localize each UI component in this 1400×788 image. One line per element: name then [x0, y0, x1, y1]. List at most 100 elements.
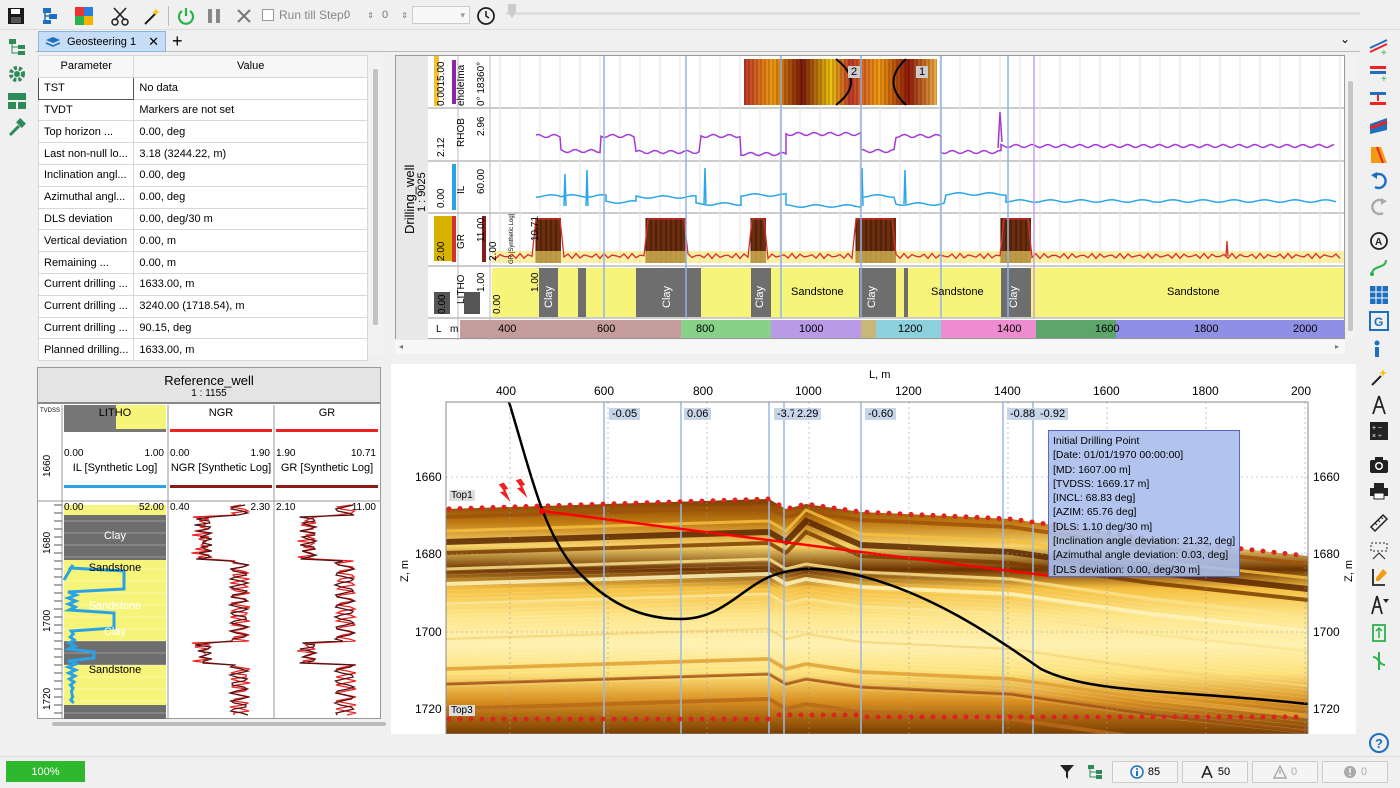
well-split-icon[interactable] — [1368, 650, 1390, 672]
grid-g-icon[interactable]: G — [1368, 310, 1390, 332]
reference-well-hscroll[interactable] — [52, 722, 386, 726]
param-value-cell[interactable]: 1633.00, m — [133, 338, 368, 362]
param-value-cell[interactable]: 1633.00, m — [133, 272, 368, 296]
param-value-cell[interactable]: 0.00, m — [133, 229, 368, 253]
add-tab-button[interactable]: + — [172, 30, 183, 52]
auto-correlation-icon[interactable]: A — [1368, 230, 1390, 252]
table-row[interactable]: Current drilling ... 90.15, deg — [37, 316, 368, 340]
horizon-dot — [864, 509, 870, 515]
table-row[interactable]: DLS deviation 0.00, deg/30 m — [37, 207, 368, 231]
table-row[interactable]: Planned drilling... 1633.00, m — [37, 338, 368, 362]
puzzle-icon[interactable] — [72, 4, 96, 28]
hierarchy-icon[interactable] — [38, 4, 62, 28]
add-horizon-icon[interactable]: + — [1368, 36, 1390, 58]
param-value-cell[interactable]: Markers are not set — [133, 98, 368, 122]
tab-geosteering[interactable]: Geosteering 1 ✕ — [38, 31, 166, 52]
param-value-cell[interactable]: 0.00, deg — [133, 185, 368, 209]
step-dropdown[interactable]: ▾ — [412, 6, 470, 24]
gear-icon[interactable] — [6, 63, 28, 85]
info-icon[interactable] — [1368, 338, 1390, 360]
drilling-well-hscroll[interactable]: ◂ ▸ — [395, 340, 1345, 354]
well-count-button[interactable]: 50 — [1182, 761, 1248, 783]
section-x-tick: 400 — [496, 384, 517, 398]
layout-icon[interactable] — [6, 90, 28, 112]
param-value-cell[interactable]: 0.00, deg — [133, 163, 368, 187]
camera-icon[interactable] — [1368, 454, 1390, 476]
fault-add-icon[interactable] — [1368, 144, 1390, 166]
power-icon[interactable] — [174, 4, 198, 28]
table-row[interactable]: Vertical deviation 0.00, m — [37, 229, 368, 253]
horizon-edit-icon[interactable] — [1368, 114, 1390, 136]
step-stepper-1[interactable]: 0 ⇕ — [344, 6, 374, 24]
param-table-scrollbar[interactable] — [369, 55, 383, 355]
param-value-cell[interactable]: No data — [133, 76, 368, 100]
horizon-dot-bottom — [963, 714, 969, 720]
magic-wand-icon[interactable] — [140, 4, 164, 28]
filter-button[interactable] — [1056, 761, 1078, 783]
param-value-cell[interactable]: 90.15, deg — [133, 316, 368, 340]
wand-icon[interactable] — [1368, 366, 1390, 388]
derrick-icon[interactable] — [1368, 394, 1390, 416]
redo-icon[interactable] — [1368, 196, 1390, 218]
borehole-name-label: eholeIma — [456, 64, 467, 106]
scissors-icon[interactable] — [108, 4, 132, 28]
table-row[interactable]: Top horizon ... 0.00, deg — [37, 120, 368, 144]
well-edit-icon[interactable] — [1368, 566, 1390, 588]
horizon-dot-bottom — [1128, 714, 1134, 720]
clock-icon[interactable] — [474, 4, 498, 28]
stop-icon[interactable] — [232, 4, 256, 28]
calculator-icon[interactable]: + − × ÷ — [1368, 420, 1390, 442]
step-slider[interactable] — [506, 12, 1360, 15]
add-layer-icon[interactable]: + — [1368, 62, 1390, 84]
error-count-button[interactable]: 0 — [1322, 761, 1388, 783]
ruler-icon[interactable] — [1368, 512, 1390, 534]
run-till-step-checkbox[interactable] — [262, 9, 274, 21]
help-icon[interactable]: ? — [1368, 732, 1390, 754]
table-row[interactable]: Remaining ... 0.00, m — [37, 251, 368, 274]
hammer-icon[interactable] — [6, 117, 28, 139]
param-value-cell[interactable]: 3240.00 (1718.54), m — [133, 294, 368, 318]
param-value-cell[interactable]: 0.00, deg — [133, 120, 368, 144]
table-row[interactable]: Azimuthal angl... 0.00, deg — [37, 185, 368, 209]
ref-track-sub-max: 11.00 — [351, 502, 376, 513]
tree-status-button[interactable] — [1084, 761, 1106, 783]
drilling-well-vscroll[interactable] — [1346, 55, 1356, 339]
param-value-cell[interactable]: 3.18 (3244.22, m) — [133, 142, 368, 165]
param-value-cell[interactable]: 0.00, deg/30 m — [133, 207, 368, 231]
horizon-dot-bottom — [1293, 714, 1299, 720]
table-row[interactable]: Current drilling ... 3240.00 (1718.54), m — [37, 294, 368, 318]
table-row[interactable]: Last non-null lo... 3.18 (3244.22, m) — [37, 142, 368, 165]
rhob-curve — [535, 111, 1335, 157]
column-header-parameter: Parameter — [37, 55, 135, 78]
horizon-dot-bottom — [1249, 714, 1255, 720]
undo-icon[interactable] — [1368, 170, 1390, 192]
step-stepper-2[interactable]: 0 ⇕ — [382, 6, 408, 24]
table-row[interactable]: TST No data — [37, 76, 368, 100]
chevron-down-icon[interactable]: ⌄ — [1340, 32, 1350, 46]
table-icon[interactable] — [1368, 284, 1390, 306]
save-icon[interactable] — [4, 4, 28, 28]
printer-icon[interactable] — [1368, 480, 1390, 502]
warning-count-button[interactable]: 0 — [1252, 761, 1318, 783]
table-row[interactable]: Inclination angl... 0.00, deg — [37, 163, 368, 187]
derrick-down-icon[interactable] — [1368, 594, 1390, 616]
param-value-cell[interactable]: 0.00, m — [133, 251, 368, 274]
well-align-icon[interactable] — [1368, 622, 1390, 644]
info-count-button[interactable]: 85 — [1112, 761, 1178, 783]
tab-close-icon[interactable]: ✕ — [148, 34, 159, 50]
ref-litho-label: Clay — [103, 530, 126, 542]
pause-icon[interactable] — [202, 4, 226, 28]
litho-min-label: 0.00 — [437, 294, 448, 314]
table-row[interactable]: TVDT Markers are not set — [37, 98, 368, 122]
horizon-dot-bottom — [919, 714, 925, 720]
step-slider-thumb[interactable] — [508, 4, 516, 18]
deviation-label: 2.29 — [794, 408, 822, 420]
curve-icon[interactable] — [1368, 256, 1390, 278]
horizon-dot — [809, 502, 815, 508]
select-path-icon[interactable] — [1368, 540, 1390, 562]
section-panel: L, m Z, m Z, m 400 600 800 1000 1200 1400 1600… — [391, 364, 1356, 758]
insert-layer-icon[interactable] — [1368, 88, 1390, 110]
tree-icon[interactable] — [6, 36, 28, 58]
table-row[interactable]: Current drilling ... 1633.00, m — [37, 272, 368, 296]
initial-drilling-point[interactable] — [539, 508, 545, 514]
